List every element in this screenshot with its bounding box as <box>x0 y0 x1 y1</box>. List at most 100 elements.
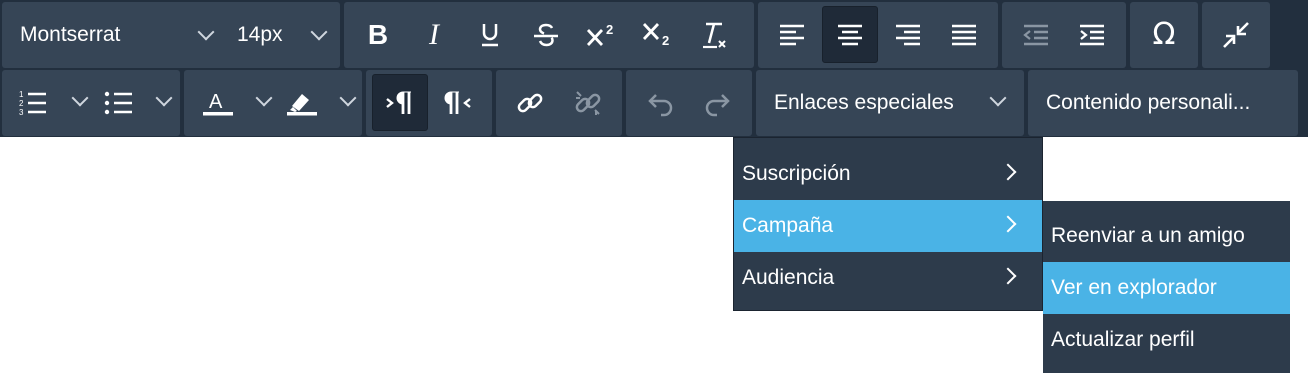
submenu-item-label: Reenviar a un amigo <box>1051 224 1245 247</box>
chevron-down-icon <box>989 89 1007 107</box>
italic-button[interactable]: I <box>406 6 462 63</box>
submenu-item-label: Ver en explorador <box>1051 276 1217 299</box>
indent-button[interactable] <box>1064 6 1120 63</box>
fullscreen-group <box>1202 2 1270 68</box>
chevron-right-icon <box>999 163 1017 181</box>
menu-item-label: Campaña <box>742 214 834 237</box>
insert-link-button[interactable] <box>502 74 558 131</box>
direction-group <box>366 70 492 136</box>
submenu-item-update-profile[interactable]: Actualizar perfil <box>1043 314 1290 366</box>
special-links-dropdown[interactable]: Enlaces especiales <box>774 70 1022 136</box>
italic-icon: I <box>429 17 439 51</box>
collapse-icon <box>1223 21 1249 48</box>
strikethrough-icon <box>534 23 558 46</box>
special-links-group: Enlaces especiales <box>756 70 1024 136</box>
svg-text:2: 2 <box>662 33 669 48</box>
align-right-icon <box>896 24 920 45</box>
submenu-item-label: Actualizar perfil <box>1051 328 1195 351</box>
bullet-list-icon <box>104 91 132 114</box>
menu-item-label: Suscripción <box>742 162 851 185</box>
text-color-button[interactable]: A <box>190 74 274 131</box>
special-character-button[interactable]: Ω <box>1136 6 1192 63</box>
clear-formatting-button[interactable] <box>686 6 742 63</box>
link-icon <box>517 93 543 112</box>
rtl-icon <box>444 91 471 114</box>
align-left-button[interactable] <box>764 6 820 63</box>
chevron-down-icon <box>155 89 173 107</box>
indent-group <box>1002 2 1126 68</box>
redo-icon <box>705 93 730 116</box>
font-family-value: Montserrat <box>20 23 121 46</box>
align-left-icon <box>780 24 804 45</box>
unlink-button[interactable] <box>560 74 616 131</box>
campaign-submenu: Reenviar a un amigo Ver en explorador Ac… <box>1043 201 1290 373</box>
clear-formatting-icon <box>703 22 726 48</box>
outdent-button[interactable] <box>1008 6 1064 63</box>
exit-fullscreen-button[interactable] <box>1208 6 1264 63</box>
ltr-button[interactable] <box>372 74 428 131</box>
subscript-button[interactable]: 2 <box>630 6 686 63</box>
rtl-button[interactable] <box>430 74 486 131</box>
font-size-value: 14px <box>237 23 283 46</box>
numbered-list-button[interactable]: 123 <box>8 74 92 131</box>
font-group: Montserrat 14px <box>2 2 340 68</box>
indent-icon <box>1080 24 1104 45</box>
underline-button[interactable] <box>462 6 518 63</box>
history-group <box>626 70 752 136</box>
superscript-button[interactable]: 2 <box>574 6 630 63</box>
superscript-icon: 2 <box>586 22 613 46</box>
ltr-icon <box>386 91 411 114</box>
align-justify-button[interactable] <box>936 6 992 63</box>
svg-text:2: 2 <box>606 22 613 37</box>
bullet-list-button[interactable] <box>94 74 178 131</box>
align-center-icon <box>838 24 862 45</box>
align-justify-icon <box>952 24 976 45</box>
align-group <box>758 2 998 68</box>
text-color-icon: A <box>203 91 233 115</box>
chevron-down-icon <box>255 89 273 107</box>
custom-content-label: Contenido personali... <box>1046 91 1251 114</box>
align-right-button[interactable] <box>880 6 936 63</box>
menu-item-suscripcion[interactable]: Suscripción <box>734 148 1042 200</box>
subscript-icon: 2 <box>642 22 669 48</box>
submenu-item-view-in-browser[interactable]: Ver en explorador <box>1043 262 1290 314</box>
menu-item-label: Audiencia <box>742 266 835 289</box>
list-group: 123 <box>2 70 180 136</box>
chevron-right-icon <box>999 215 1017 233</box>
svg-text:2: 2 <box>19 99 24 108</box>
custom-content-group: Contenido personali... <box>1028 70 1298 136</box>
numbered-list-icon: 123 <box>19 90 46 117</box>
font-family-select[interactable]: Montserrat <box>20 2 220 68</box>
menu-item-campana[interactable]: Campaña <box>734 200 1042 252</box>
outdent-icon <box>1023 24 1048 45</box>
chevron-down-icon <box>197 23 215 41</box>
unlink-icon <box>575 90 601 115</box>
chevron-right-icon <box>999 267 1017 285</box>
special-links-label: Enlaces especiales <box>774 91 954 114</box>
chevron-down-icon <box>71 89 89 107</box>
svg-text:1: 1 <box>19 90 24 99</box>
align-center-button[interactable] <box>822 6 878 63</box>
chevron-down-icon <box>339 89 357 107</box>
redo-button[interactable] <box>690 74 746 131</box>
color-group: A <box>184 70 362 136</box>
undo-icon <box>648 93 673 116</box>
font-size-select[interactable]: 14px <box>237 2 337 68</box>
strikethrough-button[interactable] <box>518 6 574 63</box>
undo-button[interactable] <box>632 74 688 131</box>
bold-icon: B <box>367 18 389 50</box>
chevron-down-icon <box>310 23 328 41</box>
svg-text:A: A <box>209 91 223 113</box>
underline-icon <box>482 23 498 46</box>
bold-button[interactable]: B <box>350 6 406 63</box>
menu-item-audiencia[interactable]: Audiencia <box>734 252 1042 304</box>
custom-content-dropdown[interactable]: Contenido personali... <box>1046 70 1296 136</box>
highlight-color-button[interactable] <box>276 74 360 131</box>
highlighter-icon <box>287 93 317 115</box>
svg-text:3: 3 <box>19 108 24 117</box>
editor-toolbar: Montserrat 14px B I 2 2 Ω 1 2 3 A Enlace… <box>0 0 1308 137</box>
link-group <box>496 70 622 136</box>
submenu-item-forward[interactable]: Reenviar a un amigo <box>1043 210 1290 262</box>
omega-icon: Ω <box>1152 17 1176 52</box>
format-group: B I 2 2 <box>344 2 754 68</box>
